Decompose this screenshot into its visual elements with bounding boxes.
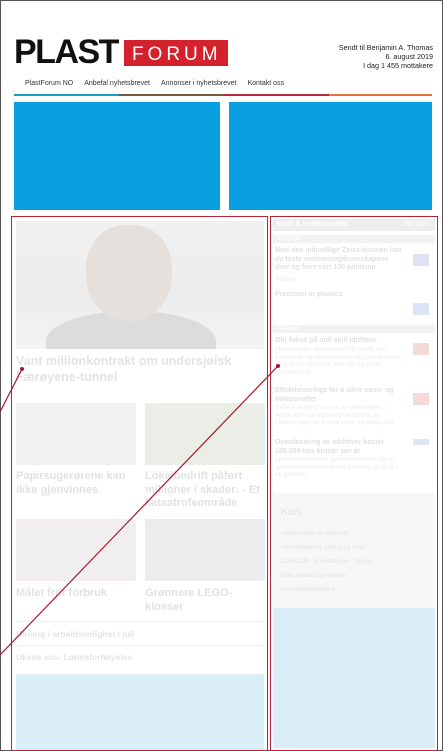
nav-color-bar-4 [329,94,432,96]
story-title-1[interactable]: Papirsugerørene kan ikke gjenvinnes [16,470,136,497]
inline-ad-left[interactable] [16,674,264,750]
main-news-column: Vant millionkontrakt om undersjøisk Færø… [11,216,268,751]
sidebar-item-title[interactable]: Med den månedlige Zeiss-kvissen kan du t… [275,247,403,273]
sidebar-item-title[interactable]: Effektiviserings for å sikre vann- og av… [275,387,403,404]
banner-ad-left[interactable] [14,102,220,210]
recipient-info: Sendt til Benjamin A. Thomas 6. august 2… [339,43,433,70]
courses-box: Kurs Arbeidsmiljø og sikkerhet Automatis… [273,493,435,611]
logo-plast-text: PLAST [14,33,119,71]
story-image-2[interactable] [145,403,265,465]
sidebar-see-all-link[interactable]: Se alle › [405,219,431,231]
nav-item-recommend[interactable]: Anbefal nyhetsbrevet [84,78,150,94]
story-title-2[interactable]: Lokalbedrift påført millioner i skader: … [145,470,267,511]
klima-logo-icon [413,393,429,405]
sent-to-line: Sendt til Benjamin A. Thomas [338,43,433,52]
story-image-4[interactable] [145,519,265,581]
plastforum-logo[interactable]: PLAST FORUM [14,33,228,71]
hero-headline[interactable]: Vant millionkontrakt om undersjøisk Færø… [16,353,256,385]
sidebar-column: Stryk & redaksjonelle Se alle › Siste ny… [270,216,438,751]
sidebar-subheader-news: Siste nytt [273,235,435,243]
nav-item-contact[interactable]: Kontakt oss [248,78,285,94]
logo-forum-text: FORUM [123,40,228,66]
banner-ad-right[interactable] [229,102,432,210]
story-image-1[interactable] [16,403,136,465]
sidebar-item-text: Dette er kommune et en av kommunene i No… [275,405,395,426]
nav-item-advertise[interactable]: Annonser i nyhetsbrevet [161,78,237,94]
sidebar-item-text: Rådgivt [275,277,296,283]
course-link[interactable]: Miljø, kvalitet og revisjon [281,573,346,579]
news-link-unemployment[interactable]: Økning i arbeidsledighet i juli [16,629,264,640]
sidebar-subheader-archive: Arkivsøk [273,325,435,333]
story-title-4[interactable]: Grønnere LEGO-klosser [145,587,265,614]
hero-person-head [86,225,172,321]
zeiss-logo-icon [413,254,429,266]
top-nav: PlastForum NO Anbefal nyhetsbrevet Annon… [14,78,432,94]
sidebar-header-label: Stryk & redaksjonelle [276,221,348,228]
sidebar-item-text: Leverandør benytter plastprodusenter oft… [275,457,398,478]
zeiss-logo-icon [413,303,429,315]
course-link[interactable]: Arbeidsmiljø og sikkerhet [281,531,348,537]
course-link[interactable]: Automatisering, styring og miljø [281,545,365,551]
divider [16,645,264,646]
inline-ad-right[interactable] [273,608,435,748]
hero-photo[interactable] [16,221,264,349]
recipient-count: I dag 1 455 mottakere [363,61,433,70]
sidebar-item-text: Med aktivitet i fagseminaret får stadig … [275,347,402,376]
divider [16,621,264,622]
brand-logo-icon [413,439,429,445]
nav-item-plastforum[interactable]: PlastForum NO [25,78,73,94]
nav-color-bar-1 [14,94,119,96]
courses-title: Kurs [281,507,302,518]
date-line: 6. august 2019 [385,52,433,61]
sidebar-item-title[interactable]: Precision in plastics [275,291,403,300]
story-title-3[interactable]: Målet fritt forbruk [16,587,136,601]
course-link[interactable]: CAD/CAM - Konstruksjon - Design [281,559,373,565]
nav-color-bar-3 [224,94,329,96]
sidebar-item-title[interactable]: Overdosering av additiver koster 100.000… [275,439,403,456]
sidebar-item-title[interactable]: Økt fokus på null skill idriftene [275,337,403,346]
klima-logo-icon [413,343,429,355]
course-link[interactable]: Overflatebehandling [281,587,335,593]
sidebar-header: Stryk & redaksjonelle Se alle › [273,219,435,231]
nav-color-bar-2 [119,94,224,96]
news-link-weekly-joke[interactable]: Ukens vits: Lønnsforhøyelse [16,652,264,663]
story-image-3[interactable] [16,519,136,581]
